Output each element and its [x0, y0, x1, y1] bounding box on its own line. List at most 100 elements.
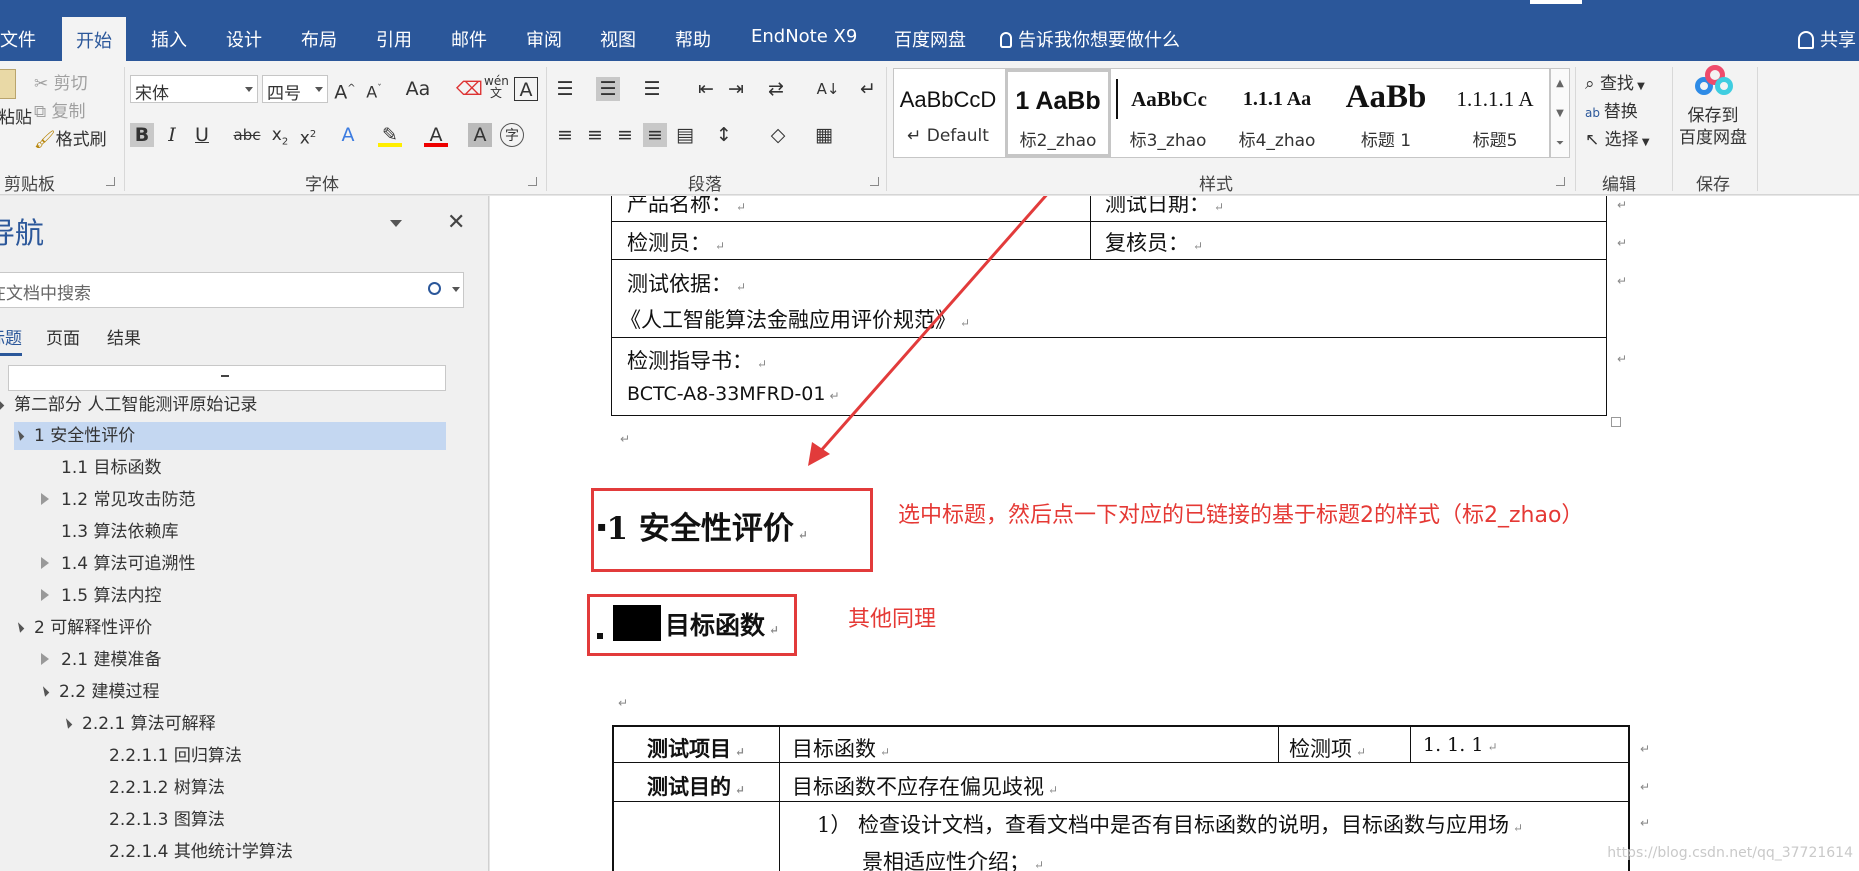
cell-step-1-cont[interactable]: 景相适应性介绍； ↵ [862, 846, 1044, 871]
scroll-up-icon[interactable]: ▲ [1551, 69, 1569, 99]
styles-launcher-icon[interactable] [1556, 177, 1565, 186]
align-left-icon[interactable]: ≡ [553, 123, 577, 147]
tab-mailings[interactable]: 邮件 [451, 26, 487, 52]
subscript-button[interactable]: x2 [268, 123, 292, 147]
nav-heading-item[interactable]: 2 可解释性评价 [13, 614, 152, 642]
borders-icon[interactable]: ▦ [812, 123, 836, 147]
font-size-combo[interactable]: 四号 [262, 75, 328, 104]
nav-heading-item[interactable]: 1.2 常见攻击防范 [41, 486, 195, 514]
more-styles-icon[interactable]: ⏷ [1551, 129, 1569, 159]
nav-heading-item[interactable]: 2.2.1.2 树算法 [109, 774, 225, 802]
clipboard-launcher-icon[interactable] [106, 177, 115, 186]
text-effects-icon[interactable]: A [336, 123, 360, 147]
tab-file[interactable]: 文件 [0, 26, 36, 52]
underline-button[interactable]: U [190, 123, 214, 147]
nav-heading-item[interactable]: 1.4 算法可追溯性 [41, 550, 195, 578]
nav-heading-item[interactable]: 2.2.1.1 回归算法 [109, 742, 242, 770]
select-button[interactable]: ↖ 选择 ▼ [1585, 125, 1650, 150]
style-heading-1[interactable]: AaBb 标题 1 [1334, 69, 1438, 157]
char-border-icon[interactable]: A [514, 77, 538, 101]
style-default[interactable]: AaBbCcD ↵ Default [896, 69, 1000, 157]
paste-icon[interactable] [0, 69, 16, 99]
save-to-netdisk-line2[interactable]: 百度网盘 [1679, 123, 1747, 148]
style-biao2-zhao[interactable]: 1 AaBb 标2_zhao [1005, 69, 1111, 157]
chevron-down-icon[interactable] [390, 220, 402, 227]
align-right-icon[interactable]: ≡ [613, 123, 637, 147]
tab-insert[interactable]: 插入 [151, 26, 187, 52]
cell-check-label[interactable]: 检测项 ↵ [1289, 733, 1366, 763]
bullets-icon[interactable]: ☰ [553, 77, 577, 101]
tab-pages[interactable]: 页面 [46, 324, 80, 349]
baidu-cloud-icon[interactable] [1695, 65, 1735, 99]
font-color-icon[interactable]: A [424, 123, 448, 147]
tab-home[interactable]: 开始 [62, 17, 126, 61]
superscript-button[interactable]: x2 [296, 123, 320, 149]
collapsed-icon[interactable] [41, 557, 49, 569]
cell-purpose-value[interactable]: 目标函数不应存在偏见歧视 ↵ [792, 771, 1058, 801]
tab-design[interactable]: 设计 [226, 26, 262, 52]
style-heading-5[interactable]: 1.1.1.1 A 标题5 [1443, 69, 1547, 157]
expanded-icon[interactable] [0, 399, 5, 410]
nav-heading-item-selected[interactable]: 1 安全性评价 [13, 422, 446, 450]
find-button[interactable]: ⌕ 查找 ▼ [1585, 69, 1645, 94]
nav-heading-item[interactable]: 第二部分 人工智能测评原始记录 [0, 391, 257, 419]
nav-heading-item[interactable]: 2.2.1.4 其他统计学算法 [109, 838, 293, 866]
tell-me-box[interactable]: 告诉我你想要做什么 [1000, 26, 1180, 52]
nav-heading-item[interactable]: 1.5 算法内控 [41, 582, 161, 610]
tab-baidu-netdisk[interactable]: 百度网盘 [894, 26, 966, 52]
phonetic-guide-icon[interactable]: wén 文 [484, 75, 509, 99]
cell-purpose-label[interactable]: 测试目的 ↵ [647, 771, 745, 801]
shading-icon[interactable]: ◇ [766, 123, 790, 147]
tab-references[interactable]: 引用 [376, 26, 412, 52]
heading-2-text[interactable]: 目标函数 ↵ [665, 606, 779, 642]
expanded-icon[interactable] [38, 686, 50, 697]
search-input[interactable]: 在文档中搜索 [0, 272, 464, 308]
show-marks-icon[interactable]: ↵ [856, 77, 880, 101]
cell-test-item-label[interactable]: 测试项目 ↵ [647, 733, 745, 763]
cut-button[interactable]: ✂ 剪切 [34, 69, 88, 94]
nav-heading-item[interactable]: 2.2.1.3 图算法 [109, 806, 225, 834]
nav-heading-item[interactable]: 1.3 算法依赖库 [61, 518, 178, 546]
numbering-icon[interactable]: ☰ [596, 77, 620, 101]
highlight-icon[interactable]: ✎ [378, 123, 402, 147]
tab-help[interactable]: 帮助 [675, 26, 711, 52]
cell-test-item-value[interactable]: 目标函数 ↵ [792, 733, 890, 763]
shrink-font-icon[interactable]: Aˇ [362, 77, 386, 101]
chevron-down-icon[interactable] [452, 287, 460, 292]
tab-results[interactable]: 结果 [107, 324, 141, 349]
line-spacing-icon[interactable]: ↕ [712, 123, 736, 147]
grow-font-icon[interactable]: A^ [333, 77, 357, 103]
nav-heading-item[interactable]: 2.2 建模过程 [38, 678, 159, 706]
char-shading-icon[interactable]: A [468, 123, 492, 147]
text-direction-icon[interactable]: ⇄ [764, 77, 788, 101]
tab-view[interactable]: 视图 [600, 26, 636, 52]
expanded-icon[interactable] [13, 430, 25, 441]
tab-endnote[interactable]: EndNote X9 [751, 26, 857, 47]
close-icon[interactable]: ✕ [447, 210, 465, 235]
collapsed-icon[interactable] [41, 589, 49, 601]
strikethrough-button[interactable]: abc [232, 123, 262, 147]
italic-button[interactable]: I [160, 123, 184, 147]
enclose-char-icon[interactable]: 字 [500, 123, 524, 147]
collapse-all-bar[interactable] [8, 365, 446, 391]
increase-indent-icon[interactable]: ⇥ [724, 77, 748, 101]
decrease-indent-icon[interactable]: ⇤ [694, 77, 718, 101]
clear-format-icon[interactable]: ⌫ [456, 77, 483, 101]
cell-check-value[interactable]: 1. 1. 1 ↵ [1423, 734, 1498, 756]
cell-step-1[interactable]: 1） 检查设计文档，查看文档中是否有目标函数的说明，目标函数与应用场 ↵ [817, 809, 1523, 839]
expanded-icon[interactable] [13, 622, 25, 633]
nav-heading-item[interactable]: 2.1 建模准备 [41, 646, 161, 674]
justify-icon[interactable]: ≡ [643, 123, 667, 147]
search-icon[interactable] [428, 282, 441, 295]
collapsed-icon[interactable] [41, 653, 49, 665]
scroll-down-icon[interactable]: ▼ [1551, 99, 1569, 129]
paste-button[interactable]: 粘贴 [0, 103, 32, 128]
font-launcher-icon[interactable] [528, 177, 537, 186]
replace-button[interactable]: ab 替换 [1585, 97, 1638, 122]
font-name-combo[interactable]: 宋体 [130, 75, 258, 104]
format-painter-button[interactable]: 🖌格式刷 [34, 125, 107, 150]
distribute-icon[interactable]: ▤ [673, 123, 697, 147]
copy-button[interactable]: ⧉ 复制 [34, 97, 86, 122]
sort-icon[interactable]: A↓ [816, 77, 840, 101]
multilevel-list-icon[interactable]: ☰ [640, 77, 664, 101]
